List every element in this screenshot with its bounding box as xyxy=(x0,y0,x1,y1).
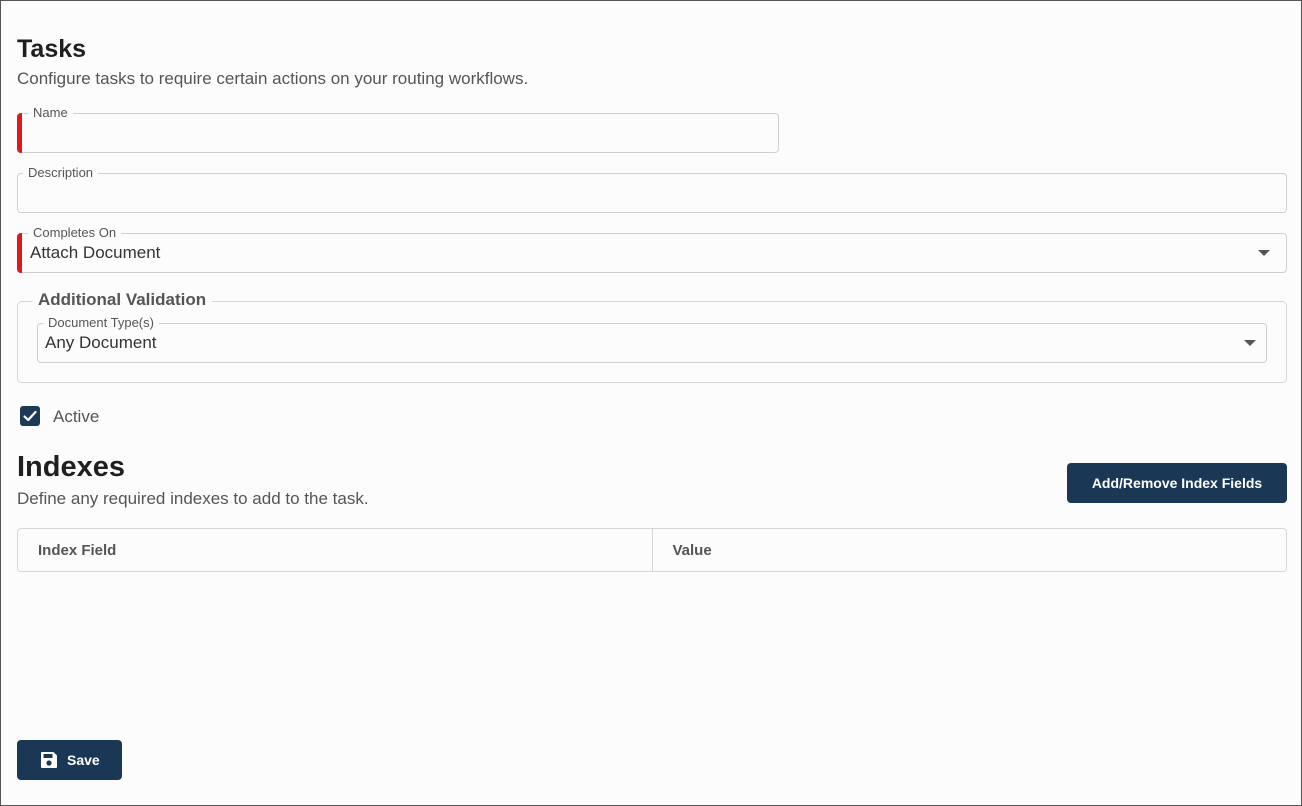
completes-on-label: Completes On xyxy=(28,225,122,241)
checkmark-icon xyxy=(23,410,37,422)
index-field-column-header[interactable]: Index Field xyxy=(18,529,652,571)
indexes-title: Indexes xyxy=(17,451,125,483)
task-editor-window: Tasks Configure tasks to require certain… xyxy=(0,0,1302,806)
completes-on-value: Attach Document xyxy=(30,243,161,262)
description-field[interactable]: Description xyxy=(17,165,1287,213)
completes-on-select[interactable]: Completes On Attach Document xyxy=(17,225,1287,273)
additional-validation-group: Additional Validation Document Type(s) A… xyxy=(17,290,1287,383)
chevron-down-icon xyxy=(1258,250,1270,256)
save-button-label: Save xyxy=(67,752,100,768)
description-field-label: Description xyxy=(23,165,99,181)
tasks-subtitle: Configure tasks to require certain actio… xyxy=(17,69,529,88)
name-input[interactable] xyxy=(26,124,770,148)
document-types-value: Any Document xyxy=(45,333,157,352)
add-remove-index-fields-button[interactable]: Add/Remove Index Fields xyxy=(1067,463,1287,503)
document-types-label: Document Type(s) xyxy=(43,315,159,331)
tasks-title: Tasks xyxy=(17,35,87,63)
save-button[interactable]: Save xyxy=(17,740,122,780)
active-label: Active xyxy=(53,407,100,426)
description-input[interactable] xyxy=(26,184,1278,208)
active-checkbox[interactable] xyxy=(20,406,40,426)
name-field[interactable]: Name xyxy=(17,105,779,153)
chevron-down-icon xyxy=(1244,340,1256,346)
save-icon xyxy=(41,752,57,768)
additional-validation-legend: Additional Validation xyxy=(32,290,213,310)
index-table: Index Field Value xyxy=(17,528,1287,572)
indexes-subtitle: Define any required indexes to add to th… xyxy=(17,489,369,508)
document-types-select[interactable]: Document Type(s) Any Document xyxy=(37,315,1267,363)
name-field-label: Name xyxy=(28,105,73,121)
value-column-header[interactable]: Value xyxy=(651,529,1287,571)
